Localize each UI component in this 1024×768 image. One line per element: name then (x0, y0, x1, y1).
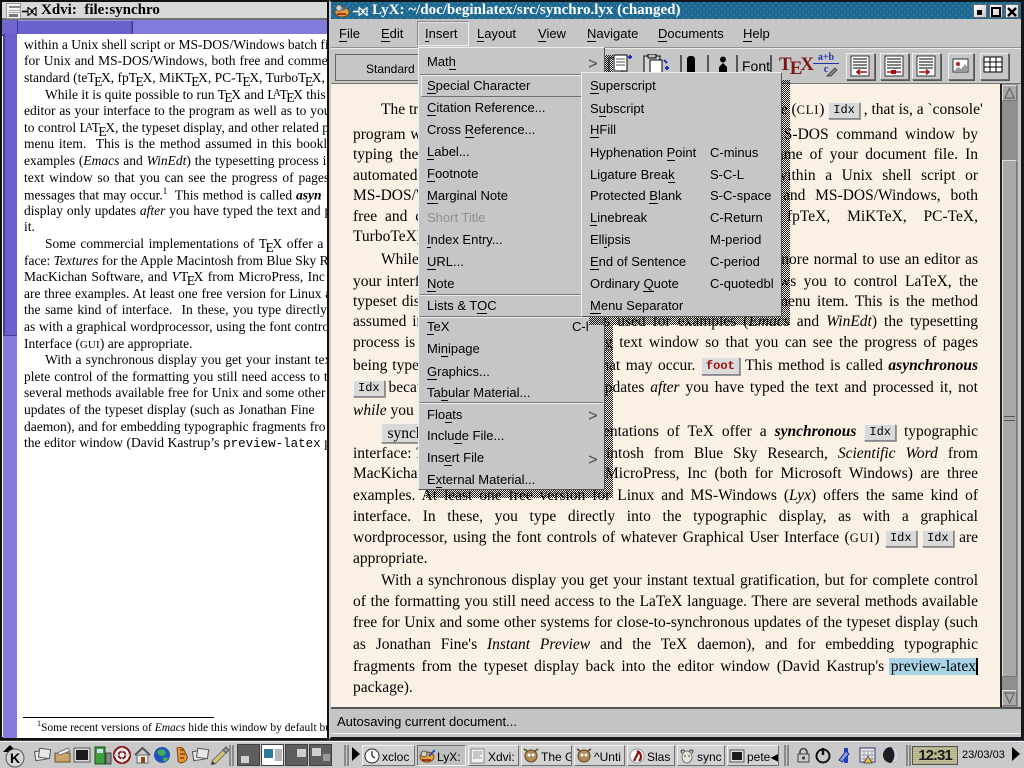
svg-text:K: K (10, 750, 20, 766)
